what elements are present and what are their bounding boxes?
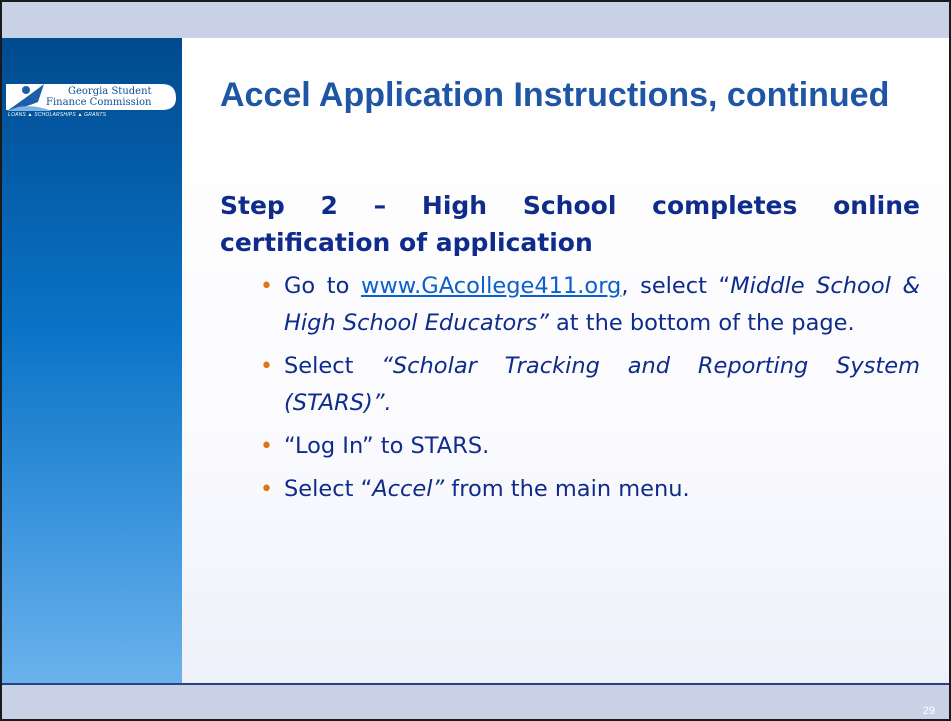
bullet-dot-icon: • — [260, 354, 273, 379]
bullet-text: at the bottom of the page. — [548, 310, 855, 336]
bullet-text: Select — [284, 353, 382, 379]
slide-title: Accel Application Instructions, continue… — [220, 76, 890, 114]
logo-line-2: Finance Commission — [46, 97, 152, 108]
list-item: • “Log In” to STARS. — [260, 428, 920, 465]
step-heading: Step 2 – High School completes online ce… — [220, 191, 920, 257]
slide: Georgia Student Finance Commission LOANS… — [0, 0, 951, 721]
bullet-text: Select “ — [284, 476, 373, 502]
bullet-emphasis: Accel” — [372, 476, 445, 502]
gsfc-logo: Georgia Student Finance Commission LOANS… — [4, 80, 178, 120]
bullet-text: Go to — [284, 273, 361, 299]
list-item: • Go to www.GAcollege411.org, select “Mi… — [260, 268, 920, 342]
instruction-list: • Go to www.GAcollege411.org, select “Mi… — [260, 268, 920, 514]
list-item: • Select “Scholar Tracking and Reporting… — [260, 348, 920, 422]
page-number: 29 — [922, 705, 935, 717]
bottom-band — [2, 685, 949, 719]
logo-tagline: LOANS ▲ SCHOLARSHIPS ▲ GRANTS — [8, 112, 107, 118]
logo-line-1: Georgia Student — [68, 86, 152, 97]
bullet-dot-icon: • — [260, 274, 273, 299]
gacollege411-link[interactable]: www.GAcollege411.org — [361, 273, 621, 299]
bullet-text: from the main menu. — [444, 476, 690, 502]
bullet-dot-icon: • — [260, 434, 273, 459]
list-item: • Select “Accel” from the main menu. — [260, 471, 920, 508]
top-band — [2, 2, 949, 38]
bullet-dot-icon: • — [260, 477, 273, 502]
bullet-text: , select “ — [621, 273, 731, 299]
bullet-text: “Log In” to STARS. — [284, 433, 490, 459]
left-sidebar-bar — [2, 38, 182, 683]
